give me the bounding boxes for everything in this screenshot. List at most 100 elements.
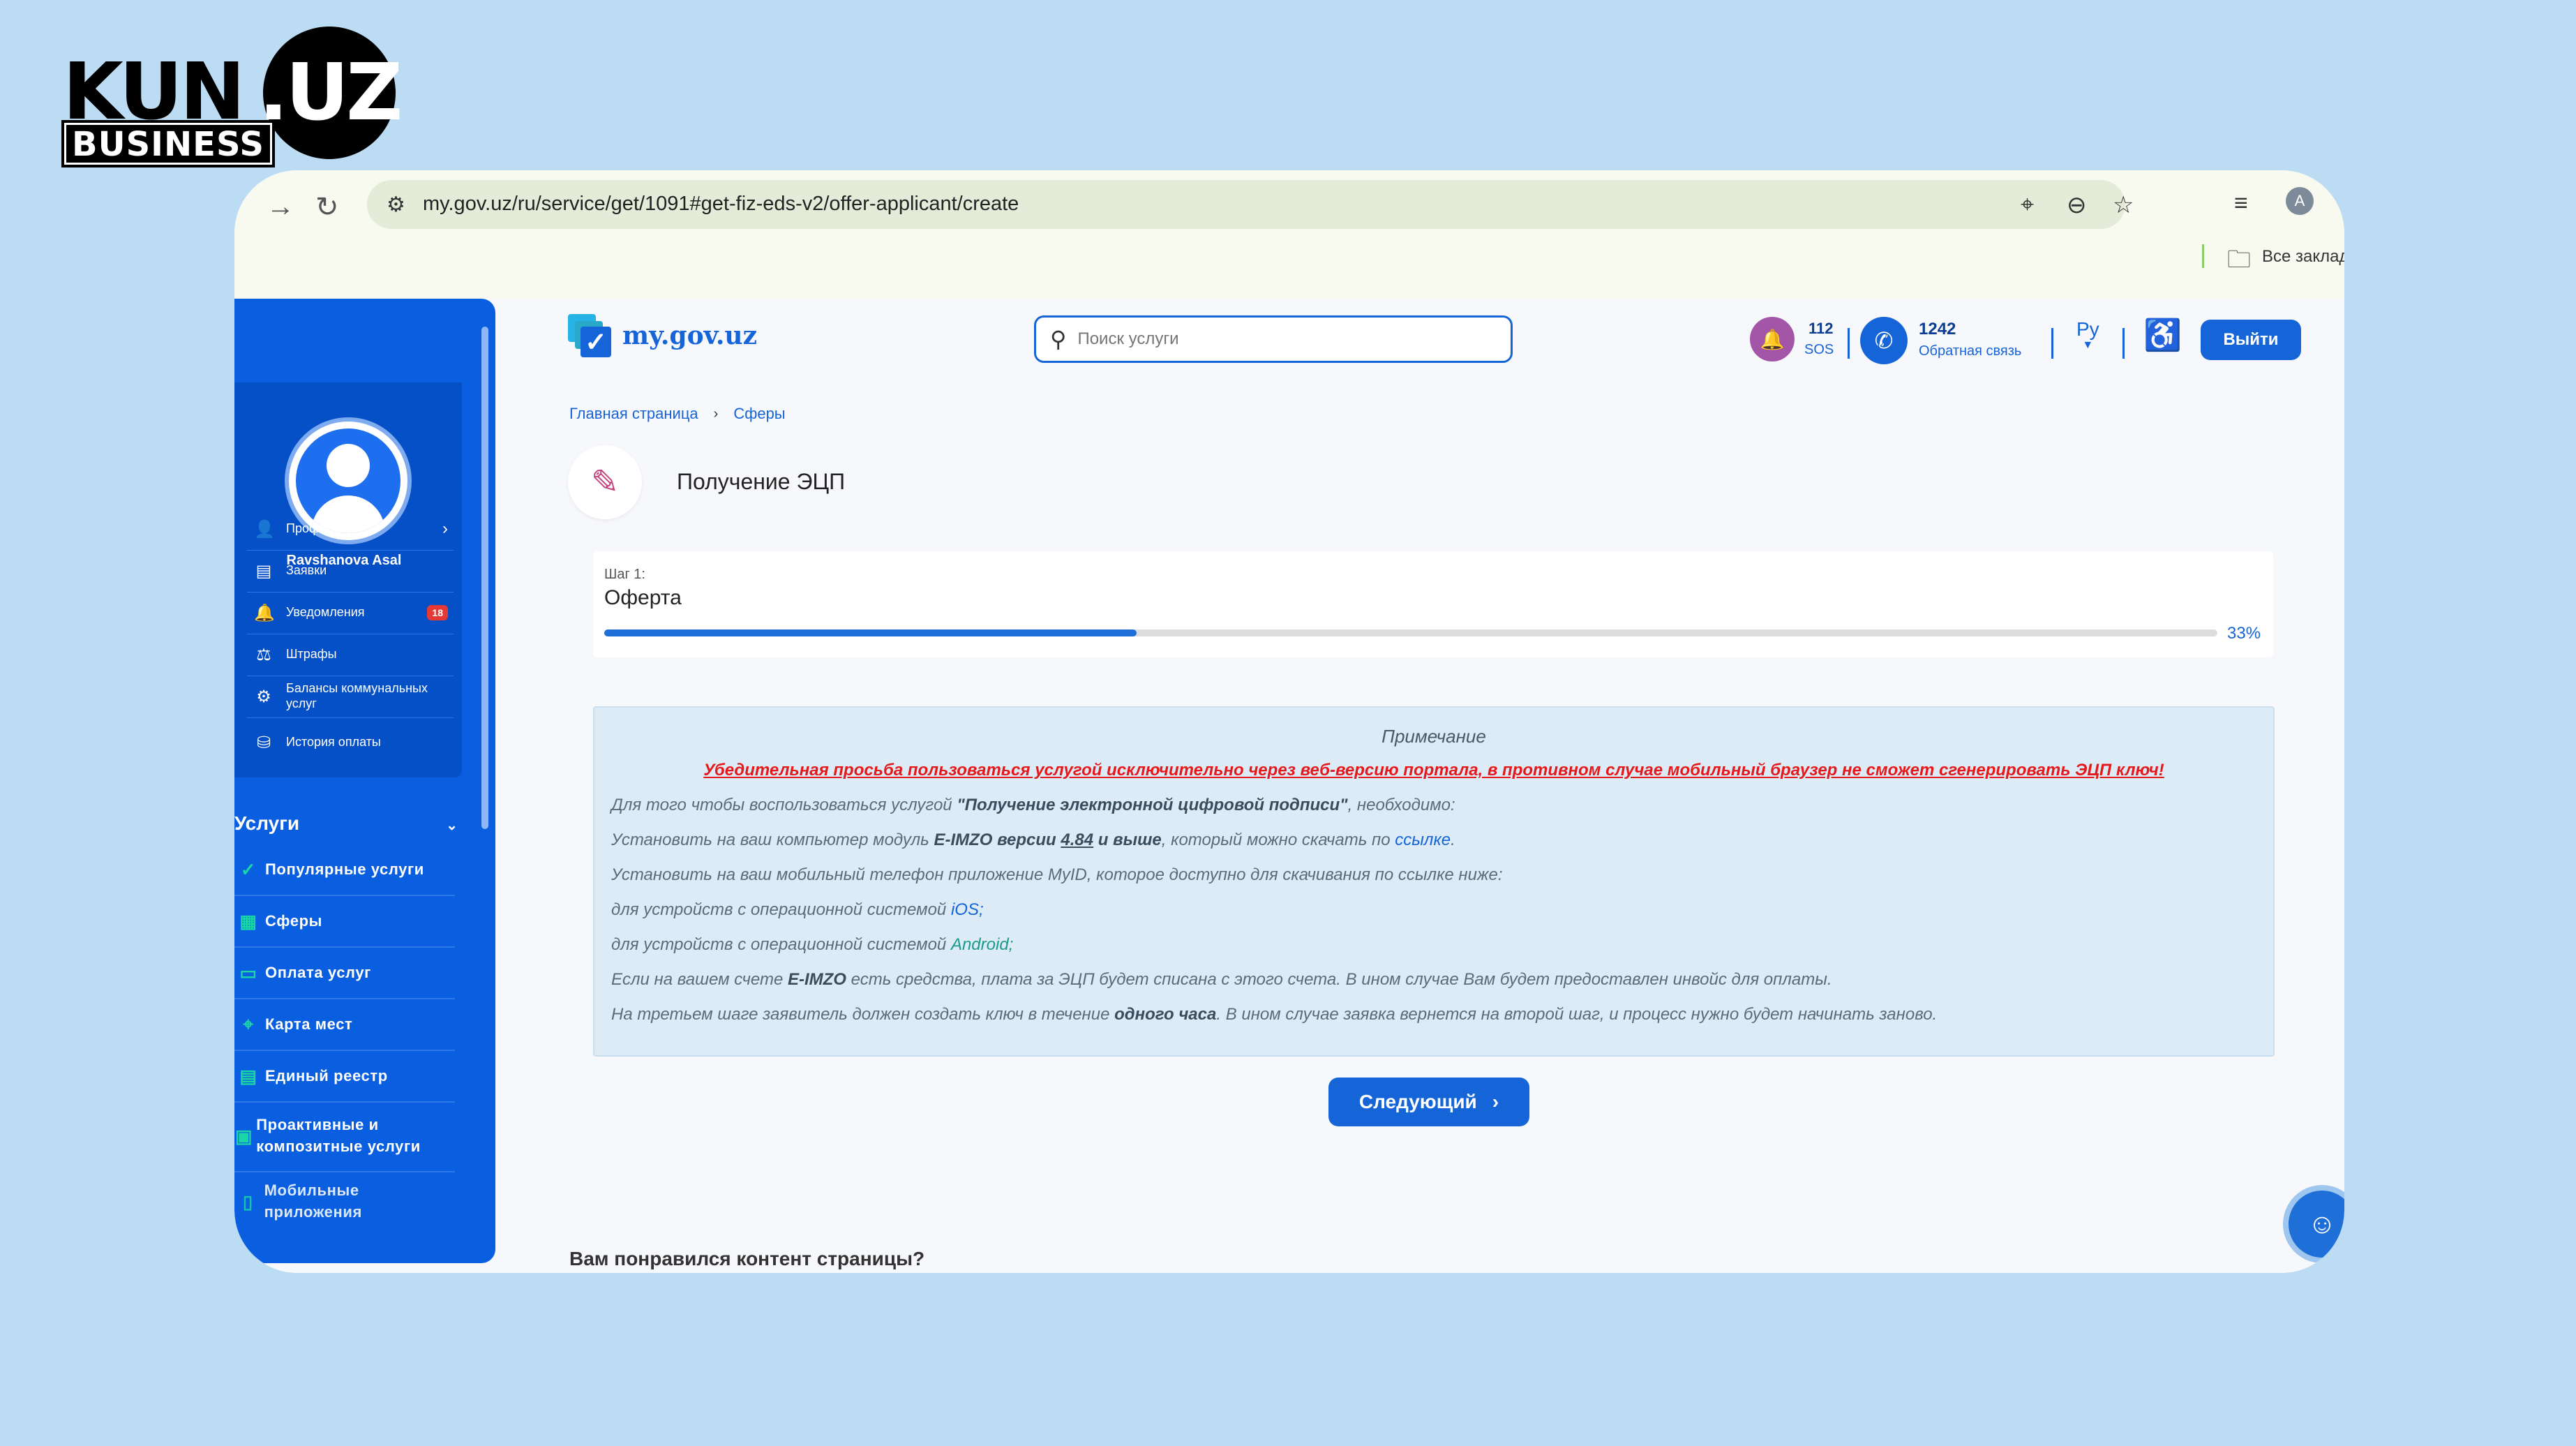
bookmarks-divider	[2202, 244, 2204, 268]
note-line: Для того чтобы воспользоваться услугой "…	[611, 796, 1455, 814]
sidebar-menu-item[interactable]: 👤 Профиль ›	[247, 508, 454, 551]
progress-fill	[604, 629, 1137, 636]
sidebar-service-label: Сферы	[265, 911, 323, 930]
logo-business-text: BUSINESS	[61, 120, 275, 167]
sos-number[interactable]: 112	[1809, 320, 1834, 338]
chat-bot-icon[interactable]: ☺	[2289, 1191, 2344, 1258]
note-line: На третьем шаге заявитель должен создать…	[611, 1005, 1938, 1024]
signature-pen-icon: ✎	[568, 445, 642, 519]
eimzo-download-link[interactable]: ссылке	[1395, 830, 1451, 849]
language-selector[interactable]: Ру ▼	[2076, 318, 2099, 352]
phone-icon: ▯	[242, 1191, 253, 1212]
sidebar-service-label: Единый реестр	[265, 1066, 388, 1084]
sos-siren-icon[interactable]: 🔔	[1750, 317, 1795, 362]
sidebar-menu-item[interactable]: ▤ Заявки	[247, 550, 454, 592]
sidebar-service-item[interactable]: ▦ Сферы	[234, 896, 455, 948]
progress-percent: 33%	[2227, 624, 2261, 643]
page-viewport: Ravshanova Asal 👤 Профиль › ▤ Заявки 🔔 Уведомл…	[234, 299, 2344, 1273]
caret-down-icon: ▼	[2082, 339, 2094, 351]
note-warning: Убедительная просьба пользоваться услуго…	[703, 761, 2164, 780]
language-label: Ру	[2076, 318, 2099, 340]
android-link[interactable]: Android;	[951, 935, 1013, 954]
sidebar-menu-item[interactable]: ⚖ Штрафы	[247, 634, 454, 676]
person-icon: 👤	[254, 519, 275, 539]
address-bar[interactable]: ⚙ my.gov.uz/ru/service/get/1091#get-fiz-…	[367, 180, 2134, 229]
sidebar-scrollbar[interactable]	[481, 327, 488, 829]
folder-icon[interactable]: 🗀	[2227, 243, 2251, 283]
accessibility-icon[interactable]: ♿	[2143, 317, 2182, 353]
site-logo[interactable]: ✓ my.gov.uz	[568, 314, 757, 357]
sidebar-service-label: Карта мест	[265, 1015, 353, 1033]
sidebar-menu-label: Заявки	[286, 563, 327, 578]
sidebar-menu-item[interactable]: 🔔 Уведомления 18	[247, 592, 454, 634]
sidebar-service-label: Проактивные и композитные услуги	[256, 1116, 421, 1155]
step-progress-card: Шаг 1: Оферта 33%	[593, 551, 2273, 657]
sidebar-menu-label: Балансы коммунальных услуг	[286, 681, 428, 710]
progress-bar	[604, 629, 2217, 636]
note-line: Установить на ваш компьютер модуль E-IMZ…	[611, 830, 1455, 849]
sidebar: Ravshanova Asal 👤 Профиль › ▤ Заявки 🔔 Уведомл…	[234, 299, 495, 1263]
callcenter-number[interactable]: 1242	[1919, 320, 1956, 339]
breadcrumb-spheres[interactable]: Сферы	[733, 405, 785, 423]
sidebar-service-item[interactable]: ✓ Популярные услуги	[234, 844, 455, 896]
tab-search-icon[interactable]: ≡	[2234, 190, 2248, 217]
sidebar-service-item[interactable]: ⌖ Карта мест	[234, 999, 455, 1051]
sidebar-service-item[interactable]: ▭ Оплата услуг	[234, 948, 455, 999]
sidebar-service-label: Мобильные приложения	[264, 1182, 362, 1221]
sidebar-service-item[interactable]: ▤ Единый реестр	[234, 1051, 455, 1103]
logo-kun-text: KUN	[63, 47, 245, 137]
sidebar-menu-label: История оплаты	[286, 735, 381, 750]
chevron-right-icon: ›	[1492, 1091, 1499, 1112]
sidebar-service-item[interactable]: ▣ Проактивные и композитные услуги	[234, 1101, 455, 1172]
note-line: Если на вашем счете E-IMZO есть средства…	[611, 970, 1832, 989]
forward-icon[interactable]: →	[267, 191, 294, 223]
note-line: для устройств с операционной системой An…	[611, 935, 1014, 954]
site-settings-icon[interactable]: ⚙	[387, 193, 405, 217]
step-name: Оферта	[604, 586, 682, 609]
fine-icon: ⚖	[256, 645, 271, 664]
sidebar-service-label: Оплата услуг	[265, 963, 371, 981]
next-button[interactable]: Следующий ›	[1328, 1078, 1529, 1126]
browser-toolbar: → ↻ ⚙ my.gov.uz/ru/service/get/1091#get-…	[234, 170, 2344, 299]
bell-icon: 🔔	[254, 603, 275, 623]
utility-icon: ⚙	[256, 687, 271, 706]
shield-check-icon: ✓	[240, 858, 257, 880]
phone-icon[interactable]: ✆	[1860, 317, 1908, 364]
search-input[interactable]	[1076, 329, 1470, 350]
feedback-label[interactable]: Обратная связь	[1919, 343, 2021, 359]
reload-icon[interactable]: ↻	[315, 191, 339, 223]
sos-label: SOS	[1804, 342, 1834, 357]
doc-settings-icon: ▣	[235, 1125, 253, 1147]
breadcrumb-home[interactable]: Главная страница	[569, 405, 698, 423]
header-divider	[1848, 328, 1850, 359]
search-icon: ⚲	[1050, 327, 1067, 352]
url-text[interactable]: my.gov.uz/ru/service/get/1091#get-fiz-ed…	[423, 193, 1019, 216]
bookmarks-folder-label[interactable]: Все заклад	[2262, 247, 2344, 267]
next-button-label: Следующий	[1358, 1091, 1477, 1112]
sidebar-menu-label: Штрафы	[286, 647, 337, 662]
breadcrumb: Главная страница › Сферы	[569, 405, 786, 423]
logout-button[interactable]: Выйти	[2201, 320, 2301, 360]
document-icon: ▤	[255, 561, 272, 581]
header-divider	[2051, 328, 2053, 359]
browser-profile-avatar[interactable]: A	[2286, 187, 2314, 215]
zoom-icon[interactable]: ⊖	[2067, 191, 2087, 219]
sidebar-menu-item[interactable]: ⛁ История оплаты	[247, 722, 454, 763]
sidebar-menu-item[interactable]: ⚙ Балансы коммунальных услуг	[247, 676, 454, 718]
chevron-right-icon: ›	[713, 405, 719, 422]
service-search[interactable]: ⚲	[1034, 315, 1513, 363]
sidebar-menu-label: Профиль	[286, 521, 340, 536]
logo-checkbox-icon: ✓	[568, 314, 611, 357]
ios-link[interactable]: iOS;	[951, 900, 984, 919]
browser-window: → ↻ ⚙ my.gov.uz/ru/service/get/1091#get-…	[234, 170, 2344, 1273]
services-section-toggle[interactable]: Услуги ⌄	[234, 812, 458, 835]
step-number: Шаг 1:	[604, 567, 645, 582]
logo-uz-circle: .UZ	[259, 27, 403, 159]
logo-text: my.gov.uz	[622, 321, 758, 350]
sidebar-service-item[interactable]: ▯ Мобильные приложения	[234, 1174, 455, 1230]
header-divider	[2122, 328, 2125, 359]
star-bookmark-icon[interactable]: ☆	[2113, 191, 2134, 219]
card-icon: ▭	[239, 962, 257, 983]
wallet-icon: ⛁	[256, 733, 271, 752]
location-icon[interactable]: ⌖	[2021, 191, 2034, 218]
